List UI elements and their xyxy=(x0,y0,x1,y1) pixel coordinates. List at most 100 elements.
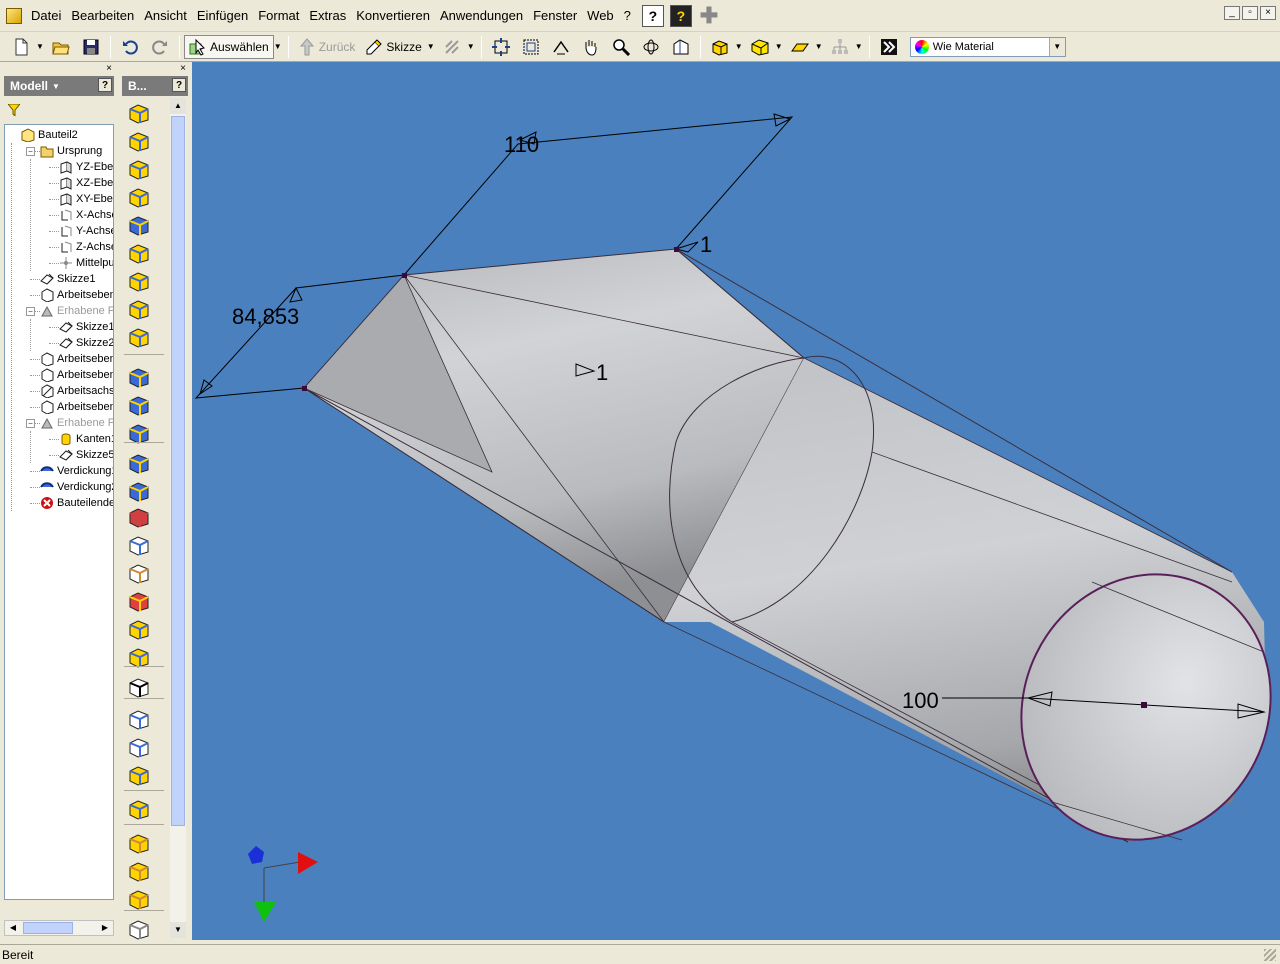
tree-collapse-toggle[interactable]: − xyxy=(26,147,35,156)
tree-item[interactable]: Erhabene Fläche xyxy=(40,415,113,431)
part-document-icon[interactable] xyxy=(6,7,22,24)
tree-item[interactable]: Verdickung2 xyxy=(40,479,113,495)
hierarchy-button[interactable] xyxy=(825,34,855,60)
scroll-thumb[interactable] xyxy=(171,116,185,826)
extrude-icon[interactable] xyxy=(128,102,150,124)
new-dropdown-icon[interactable]: ▼ xyxy=(36,42,46,51)
projection-button[interactable] xyxy=(745,34,775,60)
tree-item[interactable]: Skizze1 xyxy=(59,319,113,335)
browser-help-button[interactable]: ? xyxy=(98,78,112,92)
move-face-icon[interactable] xyxy=(128,480,150,502)
update-button[interactable] xyxy=(437,34,467,60)
material-dropdown[interactable]: Wie Material ▼ xyxy=(909,36,1066,57)
select-dropdown-icon[interactable]: ▼ xyxy=(274,42,284,51)
tree-item[interactable]: XZ-Ebene xyxy=(59,175,113,191)
thread-icon[interactable] xyxy=(128,326,150,348)
mirror-icon[interactable] xyxy=(128,764,150,786)
dimension-1-center-label[interactable]: 1 xyxy=(596,360,608,385)
new-button[interactable] xyxy=(6,34,36,60)
menu-konvertieren[interactable]: Konvertieren xyxy=(351,0,435,32)
menu-ansicht[interactable]: Ansicht xyxy=(139,0,192,32)
chevron-down-icon[interactable]: ▼ xyxy=(1048,37,1065,56)
sketch-point[interactable] xyxy=(302,386,307,391)
menu-extras[interactable]: Extras xyxy=(304,0,351,32)
browser-header[interactable]: Modell ▼ ? xyxy=(4,76,114,96)
rectangular-pattern-icon[interactable] xyxy=(128,708,150,730)
save-button[interactable] xyxy=(76,34,106,60)
redo-button[interactable] xyxy=(145,34,175,60)
scroll-up-icon[interactable]: ▲ xyxy=(170,98,186,114)
dimension-110[interactable]: 110 xyxy=(403,113,794,276)
dimension-84853-label[interactable]: 84,853 xyxy=(232,304,299,329)
open-button[interactable] xyxy=(46,34,76,60)
back-button[interactable]: Zurück xyxy=(293,35,361,59)
tree-collapse-toggle[interactable]: − xyxy=(26,307,35,316)
rib-icon[interactable] xyxy=(128,214,150,236)
tree-item[interactable]: Bauteil2 xyxy=(21,127,78,143)
fillet-icon[interactable] xyxy=(128,366,150,388)
panelbar-header[interactable]: B... ? xyxy=(122,76,188,96)
zoom-button[interactable] xyxy=(546,34,576,60)
panelbar-help-button[interactable]: ? xyxy=(172,78,186,92)
dimension-110-label[interactable]: 110 xyxy=(504,132,539,157)
dimension-1-top-label[interactable]: 1 xyxy=(700,232,712,257)
tree-item[interactable]: Arbeitsebene4 xyxy=(40,367,113,383)
tree-item[interactable]: Arbeitsebene1 xyxy=(40,287,113,303)
chamfer-icon[interactable] xyxy=(128,394,150,416)
rotate-button[interactable] xyxy=(636,34,666,60)
menu-bearbeiten[interactable]: Bearbeiten xyxy=(66,0,139,32)
dimension-100-label[interactable]: 100 xyxy=(902,688,939,713)
add-icon[interactable]: ✚ xyxy=(698,3,720,28)
decal-icon[interactable] xyxy=(128,618,150,640)
restore-button[interactable]: ▫ xyxy=(1242,6,1258,20)
sculpt-icon[interactable] xyxy=(128,562,150,584)
coil-icon[interactable] xyxy=(128,298,150,320)
browser-dropdown-icon[interactable]: ▼ xyxy=(52,82,60,91)
resize-grip-icon[interactable] xyxy=(1264,949,1276,961)
panelbar-close-icon[interactable]: × xyxy=(180,63,186,74)
model-view[interactable]: 110 84,853 1 1 100 xyxy=(192,62,1280,940)
shadow-dropdown-icon[interactable]: ▼ xyxy=(815,42,825,51)
revolve-icon[interactable] xyxy=(128,130,150,152)
work-plane-tool-icon[interactable] xyxy=(128,832,150,854)
tree-item[interactable]: XY-Ebene xyxy=(59,191,113,207)
projection-dropdown-icon[interactable]: ▼ xyxy=(775,42,785,51)
emboss-icon[interactable] xyxy=(128,646,150,668)
browser-horizontal-scrollbar[interactable]: ◀ ▶ xyxy=(4,920,114,936)
tree-item[interactable]: Skizze2 xyxy=(59,335,113,351)
select-button[interactable]: Auswählen xyxy=(184,34,274,59)
display-mode-dropdown-icon[interactable]: ▼ xyxy=(735,42,745,51)
design-assistant-icon[interactable]: ? xyxy=(669,4,692,27)
face-draft-icon[interactable] xyxy=(128,422,150,444)
menu-fenster[interactable]: Fenster xyxy=(528,0,582,32)
sweep-icon[interactable] xyxy=(128,270,150,292)
hole-icon[interactable] xyxy=(128,158,150,180)
panelbar-vertical-scrollbar[interactable]: ▲ ▼ xyxy=(170,98,186,938)
tree-item[interactable]: Verdickung1 xyxy=(40,463,113,479)
zoom-window-button[interactable] xyxy=(516,34,546,60)
split-icon[interactable] xyxy=(128,452,150,474)
tree-item[interactable]: Arbeitsachse1 xyxy=(40,383,113,399)
shadow-button[interactable] xyxy=(785,34,815,60)
close-button[interactable]: × xyxy=(1260,6,1276,20)
sketch-point[interactable] xyxy=(674,247,679,252)
work-axis-tool-icon[interactable] xyxy=(128,860,150,882)
menu-anwendungen[interactable]: Anwendungen xyxy=(435,0,528,32)
look-at-button[interactable] xyxy=(666,34,696,60)
zoom-all-button[interactable] xyxy=(486,34,516,60)
menu-format[interactable]: Format xyxy=(253,0,304,32)
promote-icon[interactable] xyxy=(128,798,150,820)
tree-item[interactable]: Arbeitsebene2 xyxy=(40,351,113,367)
shell-icon[interactable] xyxy=(128,186,150,208)
delete-face-icon[interactable] xyxy=(128,506,150,528)
styles-button[interactable] xyxy=(874,34,904,60)
display-mode-button[interactable] xyxy=(705,34,735,60)
undo-button[interactable] xyxy=(115,34,145,60)
replace-face-icon[interactable] xyxy=(128,590,150,612)
scroll-thumb[interactable] xyxy=(23,922,73,934)
work-point-tool-icon[interactable] xyxy=(128,888,150,910)
filter-icon[interactable] xyxy=(8,104,20,116)
tree-item[interactable]: Mittelpunkt xyxy=(59,255,113,271)
scroll-down-icon[interactable]: ▼ xyxy=(170,922,186,938)
sketch-dropdown-icon[interactable]: ▼ xyxy=(427,42,437,51)
